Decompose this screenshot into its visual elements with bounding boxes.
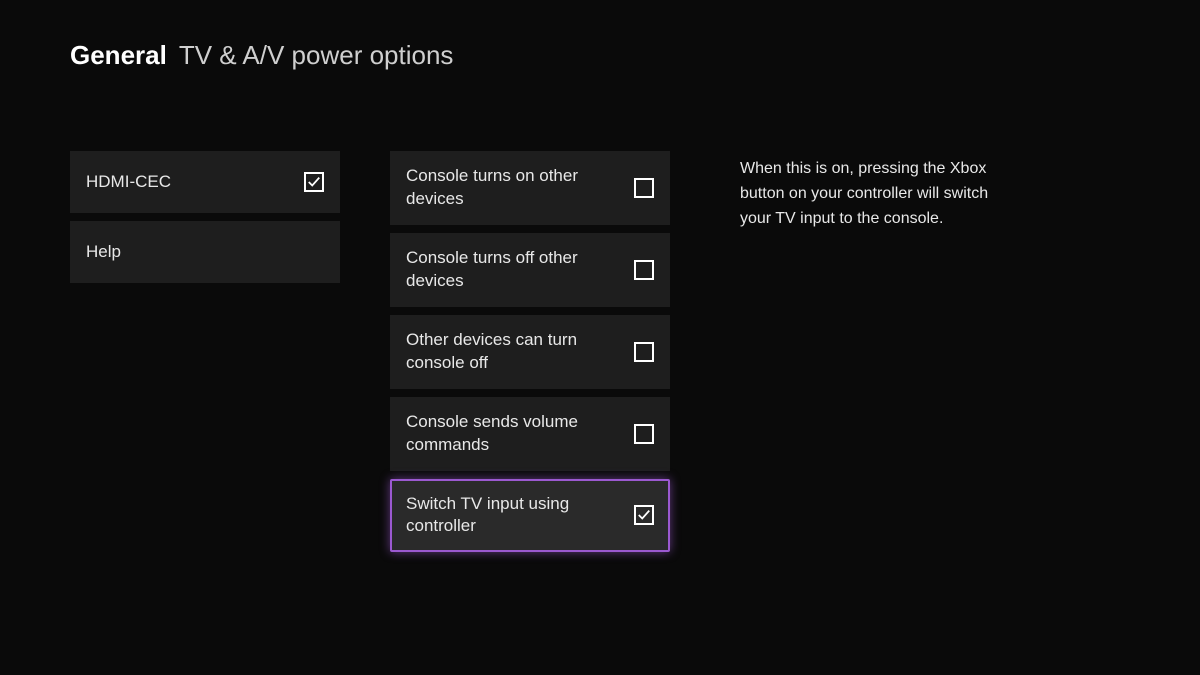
options-column: Console turns on other devices Console t…: [390, 151, 670, 552]
hdmi-cec-tile[interactable]: HDMI-CEC: [70, 151, 340, 213]
hdmi-cec-label: HDMI-CEC: [86, 171, 171, 194]
option-label: Console turns on other devices: [406, 165, 624, 211]
hdmi-cec-checkbox[interactable]: [304, 172, 324, 192]
check-icon: [637, 508, 651, 522]
option-description: When this is on, pressing the Xbox butto…: [740, 157, 1020, 231]
option-checkbox[interactable]: [634, 260, 654, 280]
header-title: TV & A/V power options: [179, 40, 454, 71]
left-column: HDMI-CEC Help: [70, 151, 340, 283]
option-checkbox[interactable]: [634, 342, 654, 362]
option-volume-commands[interactable]: Console sends volume commands: [390, 397, 670, 471]
option-label: Other devices can turn console off: [406, 329, 624, 375]
option-devices-turn-off-console[interactable]: Other devices can turn console off: [390, 315, 670, 389]
option-label: Switch TV input using controller: [406, 493, 624, 539]
help-tile[interactable]: Help: [70, 221, 340, 283]
help-label: Help: [86, 241, 121, 264]
option-checkbox[interactable]: [634, 424, 654, 444]
check-icon: [307, 175, 321, 189]
header-category: General: [70, 40, 167, 71]
option-checkbox[interactable]: [634, 505, 654, 525]
description-column: When this is on, pressing the Xbox butto…: [720, 151, 1020, 231]
option-label: Console turns off other devices: [406, 247, 624, 293]
option-switch-tv-input[interactable]: Switch TV input using controller: [390, 479, 670, 553]
option-console-off-devices[interactable]: Console turns off other devices: [390, 233, 670, 307]
option-label: Console sends volume commands: [406, 411, 624, 457]
option-checkbox[interactable]: [634, 178, 654, 198]
option-console-on-devices[interactable]: Console turns on other devices: [390, 151, 670, 225]
page-header: General TV & A/V power options: [70, 40, 1130, 71]
